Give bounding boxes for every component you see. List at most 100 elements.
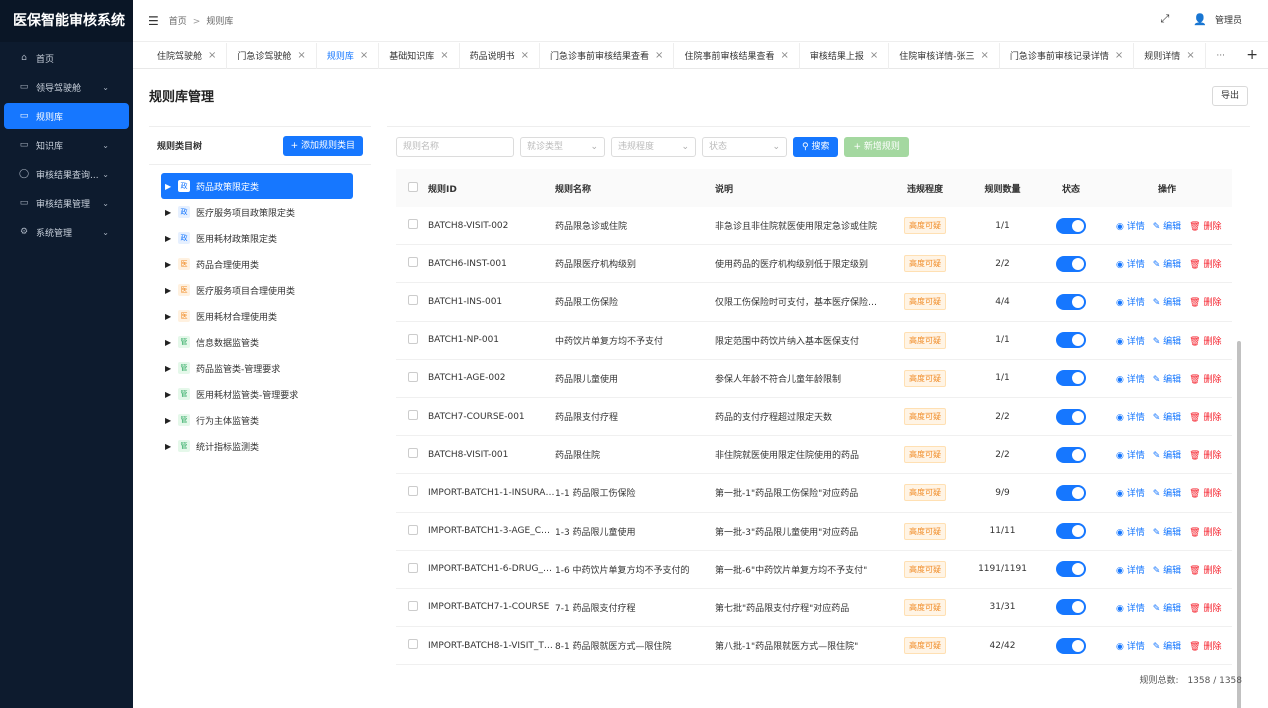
row-checkbox[interactable] [396, 639, 420, 652]
status-toggle[interactable] [1056, 561, 1086, 578]
close-icon[interactable]: × [360, 50, 368, 61]
tab-6[interactable]: 住院事前审核结果查看 × [674, 42, 800, 69]
delete-button[interactable]: 🗑 删除 [1189, 642, 1221, 652]
close-icon[interactable]: × [208, 50, 216, 61]
row-checkbox[interactable] [396, 333, 420, 347]
scrollbar-thumb[interactable] [1237, 341, 1241, 708]
rule-name-input[interactable]: 规则名称 [396, 137, 514, 157]
breadcrumb-home[interactable]: 首页 [169, 17, 187, 27]
tree-node[interactable]: ▶ 医药品合理使用类 [161, 251, 371, 277]
caret-right-icon[interactable]: ▶ [165, 364, 175, 373]
row-checkbox[interactable] [396, 448, 420, 461]
tree-node[interactable]: ▶ 管统计指标监测类 [161, 433, 371, 459]
table-scrollbar[interactable] [1236, 333, 1242, 708]
caret-right-icon[interactable]: ▶ [165, 442, 175, 451]
view-button[interactable]: ◉ 详情 [1116, 222, 1145, 232]
view-button[interactable]: ◉ 详情 [1116, 413, 1145, 423]
tab-1[interactable]: 门急诊驾驶舱 × [227, 42, 317, 69]
status-toggle[interactable] [1056, 484, 1086, 501]
sidebar-item-3[interactable]: ▭ 知识库 ⌄ [4, 132, 129, 158]
search-button[interactable]: ⚲ 搜索 [793, 137, 839, 157]
tree-node[interactable]: ▶ 政医疗服务项目政策限定类 [161, 199, 371, 225]
caret-right-icon[interactable]: ▶ [165, 416, 175, 425]
row-checkbox[interactable] [396, 562, 420, 576]
status-toggle[interactable] [1056, 446, 1086, 463]
view-button[interactable]: ◉ 详情 [1116, 566, 1145, 576]
sidebar-item-1[interactable]: ▭ 领导驾驶舱 ⌄ [4, 74, 129, 100]
close-icon[interactable]: × [870, 50, 878, 61]
edit-button[interactable]: ✎ 编辑 [1153, 604, 1181, 614]
view-button[interactable]: ◉ 详情 [1116, 337, 1145, 347]
close-icon[interactable]: × [1186, 50, 1194, 61]
delete-button[interactable]: 🗑 删除 [1189, 222, 1221, 232]
edit-button[interactable]: ✎ 编辑 [1153, 260, 1181, 270]
status-toggle[interactable] [1056, 599, 1086, 616]
delete-button[interactable]: 🗑 删除 [1189, 375, 1221, 385]
row-checkbox[interactable] [396, 600, 420, 614]
tree-node[interactable]: ▶ 管药品监管类-管理要求 [161, 355, 371, 381]
tab-add-icon[interactable]: + [1246, 47, 1258, 63]
export-button[interactable]: 导出 [1211, 86, 1248, 106]
tab-9[interactable]: 门急诊事前审核记录详情 × [1000, 42, 1135, 69]
row-checkbox[interactable] [396, 295, 420, 308]
tree-node[interactable]: ▶ 管信息数据监管类 [161, 329, 371, 355]
new-rule-button[interactable]: + 新增规则 [844, 137, 909, 157]
delete-button[interactable]: 🗑 删除 [1189, 566, 1221, 576]
close-icon[interactable]: × [1115, 50, 1123, 61]
edit-button[interactable]: ✎ 编辑 [1153, 566, 1181, 576]
caret-right-icon[interactable]: ▶ [165, 260, 175, 269]
tree-node[interactable]: ▶ 管医用耗材监管类-管理要求 [161, 381, 371, 407]
edit-button[interactable]: ✎ 编辑 [1153, 298, 1181, 308]
status-toggle[interactable] [1056, 408, 1086, 425]
close-icon[interactable]: × [297, 50, 305, 61]
severity-select[interactable]: 违规程度 ⌄ [611, 137, 696, 157]
tab-2[interactable]: 规则库 × [317, 42, 380, 69]
sidebar-item-2[interactable]: ▭ 规则库 [4, 103, 129, 129]
edit-button[interactable]: ✎ 编辑 [1153, 642, 1181, 652]
tabs-more-icon[interactable]: ··· [1206, 51, 1236, 61]
view-button[interactable]: ◉ 详情 [1116, 451, 1145, 461]
status-toggle[interactable] [1056, 637, 1086, 654]
view-button[interactable]: ◉ 详情 [1116, 375, 1145, 385]
tab-4[interactable]: 药品说明书 × [460, 42, 541, 69]
tab-7[interactable]: 审核结果上报 × [800, 42, 890, 69]
view-button[interactable]: ◉ 详情 [1116, 298, 1145, 308]
tree-node[interactable]: ▶ 政医用耗材政策限定类 [161, 225, 371, 251]
caret-right-icon[interactable]: ▶ [165, 234, 175, 243]
delete-button[interactable]: 🗑 删除 [1189, 413, 1221, 423]
visit-type-select[interactable]: 就诊类型 ⌄ [520, 137, 605, 157]
delete-button[interactable]: 🗑 删除 [1189, 528, 1221, 538]
edit-button[interactable]: ✎ 编辑 [1153, 451, 1181, 461]
delete-button[interactable]: 🗑 删除 [1189, 337, 1221, 347]
edit-button[interactable]: ✎ 编辑 [1153, 413, 1181, 423]
fullscreen-icon[interactable]: ⤢ [1160, 12, 1169, 26]
status-select[interactable]: 状态 ⌄ [702, 137, 787, 157]
caret-right-icon[interactable]: ▶ [165, 286, 175, 295]
status-toggle[interactable] [1056, 523, 1086, 540]
view-button[interactable]: ◉ 详情 [1116, 489, 1145, 499]
row-checkbox[interactable] [396, 257, 420, 270]
close-icon[interactable]: × [521, 50, 529, 61]
user-icon[interactable]: 👤 [1193, 13, 1207, 26]
close-icon[interactable]: × [981, 50, 989, 61]
view-button[interactable]: ◉ 详情 [1116, 604, 1145, 614]
status-toggle[interactable] [1056, 255, 1086, 272]
status-toggle[interactable] [1056, 332, 1086, 349]
edit-button[interactable]: ✎ 编辑 [1153, 489, 1181, 499]
select-all-checkbox[interactable] [396, 181, 420, 195]
row-checkbox[interactable] [396, 524, 420, 538]
tab-8[interactable]: 住院审核详情-张三 × [889, 42, 1000, 69]
delete-button[interactable]: 🗑 删除 [1189, 451, 1221, 461]
tree-node[interactable]: ▶ 医医用耗材合理使用类 [161, 303, 371, 329]
close-icon[interactable]: × [780, 50, 788, 61]
tab-3[interactable]: 基础知识库 × [379, 42, 460, 69]
edit-button[interactable]: ✎ 编辑 [1153, 222, 1181, 232]
row-checkbox[interactable] [396, 486, 420, 499]
tab-10[interactable]: 规则详情 × [1134, 42, 1206, 69]
close-icon[interactable]: × [440, 50, 448, 61]
delete-button[interactable]: 🗑 删除 [1189, 489, 1221, 499]
row-checkbox[interactable] [396, 219, 420, 232]
delete-button[interactable]: 🗑 删除 [1189, 260, 1221, 270]
caret-right-icon[interactable]: ▶ [165, 338, 175, 347]
view-button[interactable]: ◉ 详情 [1116, 642, 1145, 652]
